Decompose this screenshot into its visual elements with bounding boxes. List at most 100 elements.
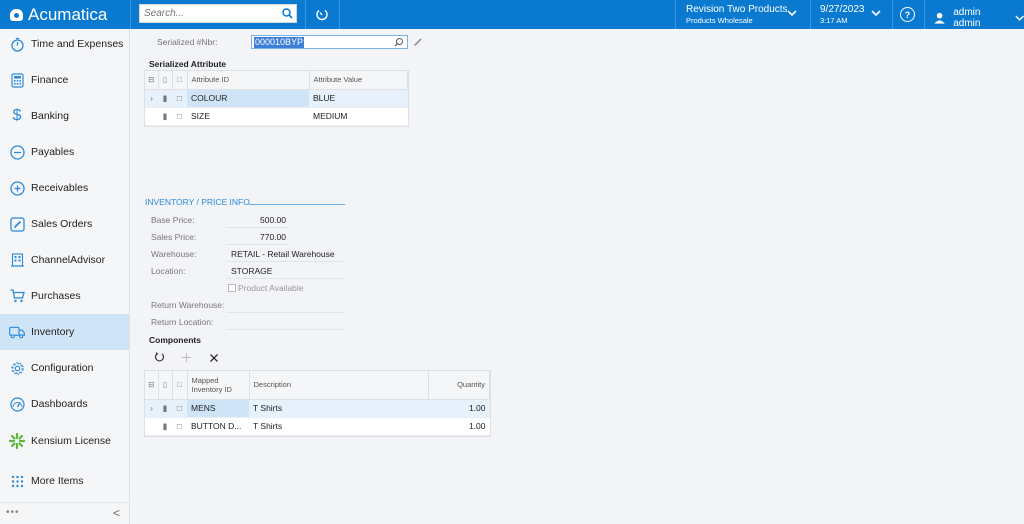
- chevron-down-icon[interactable]: [871, 9, 881, 17]
- serialized-nbr-value[interactable]: 000010BYP: [254, 36, 305, 48]
- components-grid: ⊟ ▯ □ Mapped Inventory ID Description Qua…: [144, 370, 491, 437]
- company-name: Revision Two Products: [686, 4, 788, 15]
- sidebar-item-banking[interactable]: $ Banking: [0, 98, 129, 134]
- sidebar-item-channeladvisor[interactable]: ChannelAdvisor: [0, 242, 129, 278]
- help-button[interactable]: ?: [900, 7, 915, 22]
- sidebar-item-payables[interactable]: Payables: [0, 134, 129, 170]
- note-icon[interactable]: □: [172, 89, 187, 108]
- note-icon[interactable]: □: [172, 417, 187, 436]
- search-icon[interactable]: [278, 8, 296, 19]
- business-date: 9/27/2023: [820, 4, 865, 15]
- sidebar-item-purchases[interactable]: Purchases: [0, 278, 129, 314]
- column-header-attribute-id[interactable]: Attribute ID: [187, 71, 310, 90]
- attribute-id-cell[interactable]: COLOUR: [187, 89, 309, 108]
- attribute-value-cell[interactable]: BLUE: [309, 89, 408, 108]
- minus-circle-icon: [9, 144, 25, 160]
- recent-history-button[interactable]: [310, 6, 334, 24]
- company-selector[interactable]: Revision Two Products Products Wholesale: [686, 4, 788, 26]
- row-selector-icon[interactable]: ›: [145, 399, 158, 418]
- attachment-icon[interactable]: ▮: [158, 89, 172, 108]
- warehouse-label: Warehouse:: [151, 249, 197, 259]
- divider: [305, 0, 306, 29]
- search-box[interactable]: [139, 4, 297, 23]
- product-available-checkbox[interactable]: [228, 284, 236, 292]
- serialized-nbr-field[interactable]: 000010BYP: [251, 35, 408, 49]
- base-price-value[interactable]: 500.00: [260, 215, 286, 225]
- serialized-attribute-grid: ⊟ ▯ □ Attribute ID Attribute Value › ▮ □…: [144, 70, 409, 127]
- quantity-cell[interactable]: 1.00: [428, 399, 490, 418]
- more-options-icon[interactable]: •••: [6, 507, 20, 518]
- attachment-icon[interactable]: ▮: [158, 399, 172, 418]
- attachment-header-icon: ▯: [158, 371, 173, 400]
- table-row[interactable]: ▮ □ BUTTON D... T Shirts 1.00: [145, 417, 490, 436]
- attachment-header-icon: ▯: [158, 71, 173, 90]
- warehouse-value[interactable]: RETAIL - Retail Warehouse: [231, 249, 335, 259]
- lookup-icon[interactable]: [394, 37, 404, 47]
- business-date-selector[interactable]: 9/27/2023 3:17 AM: [820, 4, 865, 26]
- column-header-line: Inventory ID: [191, 384, 232, 394]
- chevron-down-icon[interactable]: [787, 9, 797, 17]
- note-icon[interactable]: □: [172, 399, 187, 418]
- row-selector-icon[interactable]: ›: [145, 89, 158, 108]
- sidebar-item-label: Sales Orders: [31, 218, 93, 230]
- serialized-attribute-title: Serialized Attribute: [149, 59, 227, 69]
- row-selector[interactable]: [145, 417, 158, 436]
- note-icon[interactable]: □: [172, 107, 187, 126]
- brand-name: Acumatica: [28, 5, 108, 24]
- sidebar-item-more-items[interactable]: More Items: [0, 463, 129, 499]
- serialized-nbr-label: Serialized #Nbr:: [157, 37, 218, 47]
- attribute-id-cell[interactable]: SIZE: [187, 107, 309, 126]
- sidebar-item-receivables[interactable]: Receivables: [0, 170, 129, 206]
- column-header-mapped-inventory-id[interactable]: Mapped Inventory ID: [187, 371, 250, 400]
- column-header-description[interactable]: Description: [249, 371, 429, 400]
- sidebar-item-finance[interactable]: Finance: [0, 62, 129, 98]
- building-icon: [9, 252, 25, 268]
- sales-price-label: Sales Price:: [151, 232, 197, 242]
- sidebar-item-dashboards[interactable]: Dashboards: [0, 386, 129, 422]
- search-input[interactable]: [140, 8, 278, 19]
- acumatica-logo[interactable]: Acumatica: [10, 5, 107, 25]
- table-row[interactable]: ▮ □ SIZE MEDIUM: [145, 107, 408, 126]
- mapped-inventory-id-cell[interactable]: BUTTON D...: [187, 417, 249, 436]
- sidebar-item-label: Receivables: [31, 182, 89, 194]
- column-config-icon[interactable]: ⊟: [145, 371, 159, 400]
- refresh-icon[interactable]: [154, 352, 165, 363]
- top-bar: Acumatica Revision Two Products Products…: [0, 0, 1024, 29]
- table-row[interactable]: › ▮ □ MENS T Shirts 1.00: [145, 399, 490, 418]
- base-price-label: Base Price:: [151, 215, 195, 225]
- add-row-icon[interactable]: [181, 352, 192, 363]
- kensium-icon: [9, 433, 25, 449]
- location-value[interactable]: STORAGE: [231, 266, 272, 276]
- sidebar-item-inventory[interactable]: Inventory: [0, 314, 129, 350]
- quantity-cell[interactable]: 1.00: [428, 417, 490, 436]
- row-selector[interactable]: [145, 107, 158, 126]
- attribute-value-cell[interactable]: MEDIUM: [309, 107, 408, 126]
- field-underline: [226, 244, 288, 245]
- sales-price-value[interactable]: 770.00: [260, 232, 286, 242]
- sidebar-item-kensium-license[interactable]: Kensium License: [0, 423, 129, 459]
- sidebar-item-time-and-expenses[interactable]: Time and Expenses: [0, 26, 129, 62]
- sidebar-item-label: Time and Expenses: [31, 38, 124, 50]
- column-config-icon[interactable]: ⊟: [145, 71, 159, 90]
- sidebar-item-configuration[interactable]: Configuration: [0, 350, 129, 386]
- attachment-icon[interactable]: ▮: [158, 417, 172, 436]
- sidebar-item-sales-orders[interactable]: Sales Orders: [0, 206, 129, 242]
- divider: [924, 0, 925, 29]
- product-available-label: Product Available: [238, 283, 304, 293]
- delete-row-icon[interactable]: [209, 353, 219, 363]
- main-content: Serialized #Nbr: 000010BYP Serialized At…: [134, 29, 1024, 524]
- attachment-icon[interactable]: ▮: [158, 107, 172, 126]
- mapped-inventory-id-cell[interactable]: MENS: [187, 399, 249, 418]
- user-menu[interactable]: admin admin: [934, 7, 1024, 29]
- table-row[interactable]: › ▮ □ COLOUR BLUE: [145, 89, 408, 108]
- truck-icon: [9, 324, 25, 340]
- collapse-sidebar-icon[interactable]: <: [113, 506, 120, 520]
- help-icon: ?: [904, 9, 911, 20]
- description-cell[interactable]: T Shirts: [249, 399, 428, 418]
- column-header-quantity[interactable]: Quantity: [428, 371, 490, 400]
- cart-icon: [9, 288, 25, 304]
- column-header-attribute-value[interactable]: Attribute Value: [309, 71, 408, 90]
- description-cell[interactable]: T Shirts: [249, 417, 428, 436]
- edit-pencil-icon[interactable]: [413, 37, 423, 47]
- acumatica-logo-icon: [10, 9, 23, 21]
